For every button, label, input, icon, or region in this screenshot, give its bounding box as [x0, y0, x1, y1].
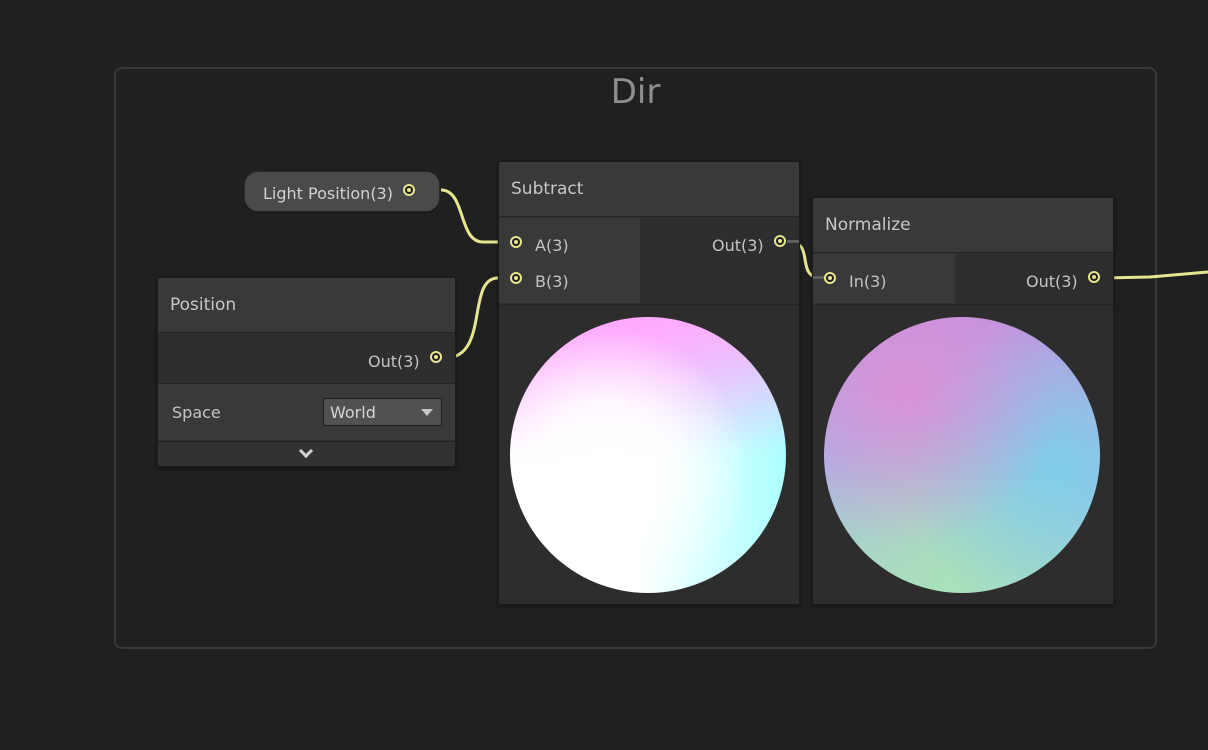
dropdown-arrow-icon [421, 409, 433, 416]
normalize-node-title: Normalize [825, 215, 911, 235]
port-circle-icon[interactable] [403, 184, 415, 196]
collapse-toggle[interactable] [158, 441, 455, 466]
port-stub [787, 240, 799, 243]
space-label: Space [172, 403, 221, 422]
space-dropdown-value: World [330, 403, 376, 422]
wire-normalize-out [1102, 270, 1208, 280]
normalize-preview-sphere [824, 317, 1100, 593]
chevron-down-icon [298, 443, 314, 459]
subtract-outputs [641, 218, 799, 303]
normalize-input-label: In(3) [849, 272, 887, 291]
port-circle-icon[interactable] [510, 236, 522, 248]
subtract-preview-sphere [510, 317, 786, 593]
subtract-output-label: Out(3) [712, 236, 764, 255]
subtract-inputs [499, 218, 640, 303]
port-circle-icon[interactable] [1088, 271, 1100, 283]
property-label: Light Position(3) [263, 184, 393, 203]
port-circle-icon[interactable] [774, 235, 786, 247]
space-dropdown[interactable]: World [323, 398, 442, 426]
port-circle-icon[interactable] [430, 351, 442, 363]
subtract-input-a-label: A(3) [535, 236, 569, 255]
subtract-node-title: Subtract [511, 179, 584, 199]
port-circle-icon[interactable] [510, 272, 522, 284]
position-output-label: Out(3) [368, 352, 420, 371]
position-node-title: Position [170, 295, 237, 315]
normalize-output-label: Out(3) [1026, 272, 1078, 291]
subtract-input-b-label: B(3) [535, 272, 569, 291]
port-circle-icon[interactable] [824, 272, 836, 284]
